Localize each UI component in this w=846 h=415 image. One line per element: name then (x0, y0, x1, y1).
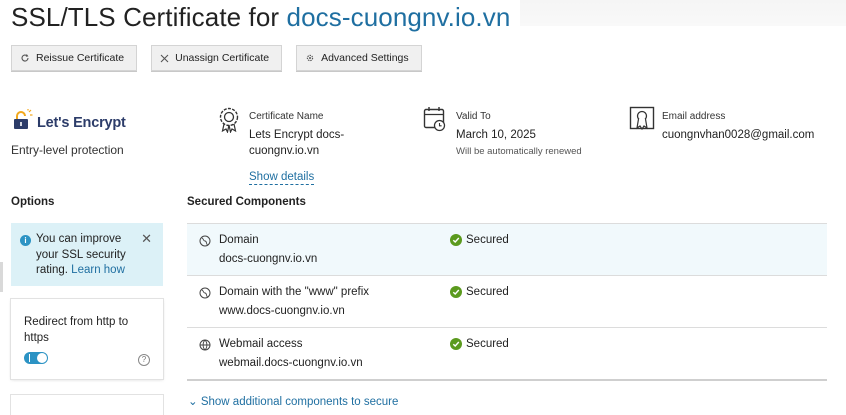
advanced-settings-label: Advanced Settings (321, 52, 409, 64)
table-row: Domain docs-cuongnv.io.vn Secured (187, 223, 827, 276)
component-name: Domain (219, 234, 259, 246)
page-title: SSL/TLS Certificate for docs-cuongnv.io.… (11, 2, 510, 33)
page-title-domain: docs-cuongnv.io.vn (286, 2, 511, 32)
provider-name: Let's Encrypt (37, 114, 126, 131)
lock-icon (11, 109, 33, 136)
show-additional-components-link[interactable]: ⌄ Show additional components to secure (188, 394, 398, 408)
redirect-label: Redirect from http to https (24, 316, 129, 344)
lets-encrypt-logo: Let's Encrypt (11, 109, 126, 136)
email-label: Email address (662, 111, 726, 122)
security-tip-text: You can improve your SSL security rating… (36, 232, 146, 279)
status-text: Secured (466, 286, 509, 298)
check-icon (450, 286, 462, 298)
provider-subtitle: Entry-level protection (11, 143, 124, 157)
component-name: Domain with the "www" prefix (219, 286, 370, 298)
component-domain: www.docs-cuongnv.io.vn (219, 305, 345, 317)
security-tip: i You can improve your SSL security rati… (11, 223, 163, 286)
show-additional-components-label: Show additional components to secure (200, 396, 399, 408)
toggle-on-mark (29, 354, 30, 362)
table-row: Domain with the "www" prefix www.docs-cu… (187, 276, 827, 328)
valid-to-note: Will be automatically renewed (456, 146, 582, 157)
globe-icon (199, 286, 211, 304)
component-domain: webmail.docs-cuongnv.io.vn (219, 357, 363, 369)
redirect-option-card: Redirect from http to https ? (11, 299, 163, 379)
reissue-icon (20, 53, 30, 63)
learn-how-link[interactable]: Learn how (71, 264, 125, 276)
check-icon (450, 234, 462, 246)
certificate-name-label: Certificate Name (249, 111, 324, 122)
left-scroll-indicator (0, 262, 3, 292)
show-details-link[interactable]: Show details (249, 170, 315, 185)
reissue-certificate-label: Reissue Certificate (36, 52, 125, 64)
secured-components-table: Domain docs-cuongnv.io.vn Secured Domain… (187, 223, 827, 381)
unassign-certificate-label: Unassign Certificate (175, 52, 270, 64)
secured-components-header: Secured Components (187, 196, 306, 208)
check-icon (450, 338, 462, 350)
status-badge: Secured (450, 234, 509, 246)
certificate-name-line2: cuongnv.io.vn (249, 145, 320, 157)
next-option-card (11, 395, 163, 415)
status-badge: Secured (450, 286, 509, 298)
certificate-name-line1: Lets Encrypt docs- (249, 129, 345, 141)
valid-to-label: Valid To (456, 111, 491, 122)
gear-icon (305, 53, 315, 63)
status-text: Secured (466, 338, 509, 350)
page-title-prefix: SSL/TLS Certificate for (11, 2, 287, 32)
webmail-icon (199, 338, 211, 356)
email-certificate-icon (629, 106, 655, 139)
options-header: Options (11, 196, 55, 208)
unassign-certificate-button[interactable]: Unassign Certificate (151, 45, 283, 71)
toggle-knob (37, 353, 47, 363)
top-blur-area (520, 0, 846, 26)
valid-to-value: March 10, 2025 (456, 129, 536, 141)
close-tip-icon[interactable]: ✕ (141, 232, 152, 245)
globe-icon (199, 234, 211, 252)
redirect-toggle[interactable] (24, 352, 48, 364)
status-badge: Secured (450, 338, 509, 350)
component-name: Webmail access (219, 338, 303, 350)
chevron-down-icon: ⌄ (188, 396, 198, 408)
reissue-certificate-button[interactable]: Reissue Certificate (11, 45, 138, 71)
component-domain: docs-cuongnv.io.vn (219, 253, 318, 265)
toolbar: Reissue Certificate Unassign Certificate… (11, 45, 422, 71)
certificate-icon (218, 107, 240, 138)
table-row: Webmail access webmail.docs-cuongnv.io.v… (187, 328, 827, 381)
advanced-settings-button[interactable]: Advanced Settings (296, 45, 422, 71)
info-icon: i (20, 235, 31, 246)
certificate-name-block: Certificate Name Lets Encrypt docs- cuon… (249, 111, 344, 159)
close-icon (160, 54, 169, 63)
valid-to-block: Valid To March 10, 2025 Will be automati… (456, 111, 582, 157)
email-block: Email address cuongnvhan0028@gmail.com (662, 111, 814, 143)
help-icon[interactable]: ? (138, 354, 150, 366)
email-value: cuongnvhan0028@gmail.com (662, 129, 815, 141)
calendar-icon (423, 106, 447, 137)
status-text: Secured (466, 234, 509, 246)
